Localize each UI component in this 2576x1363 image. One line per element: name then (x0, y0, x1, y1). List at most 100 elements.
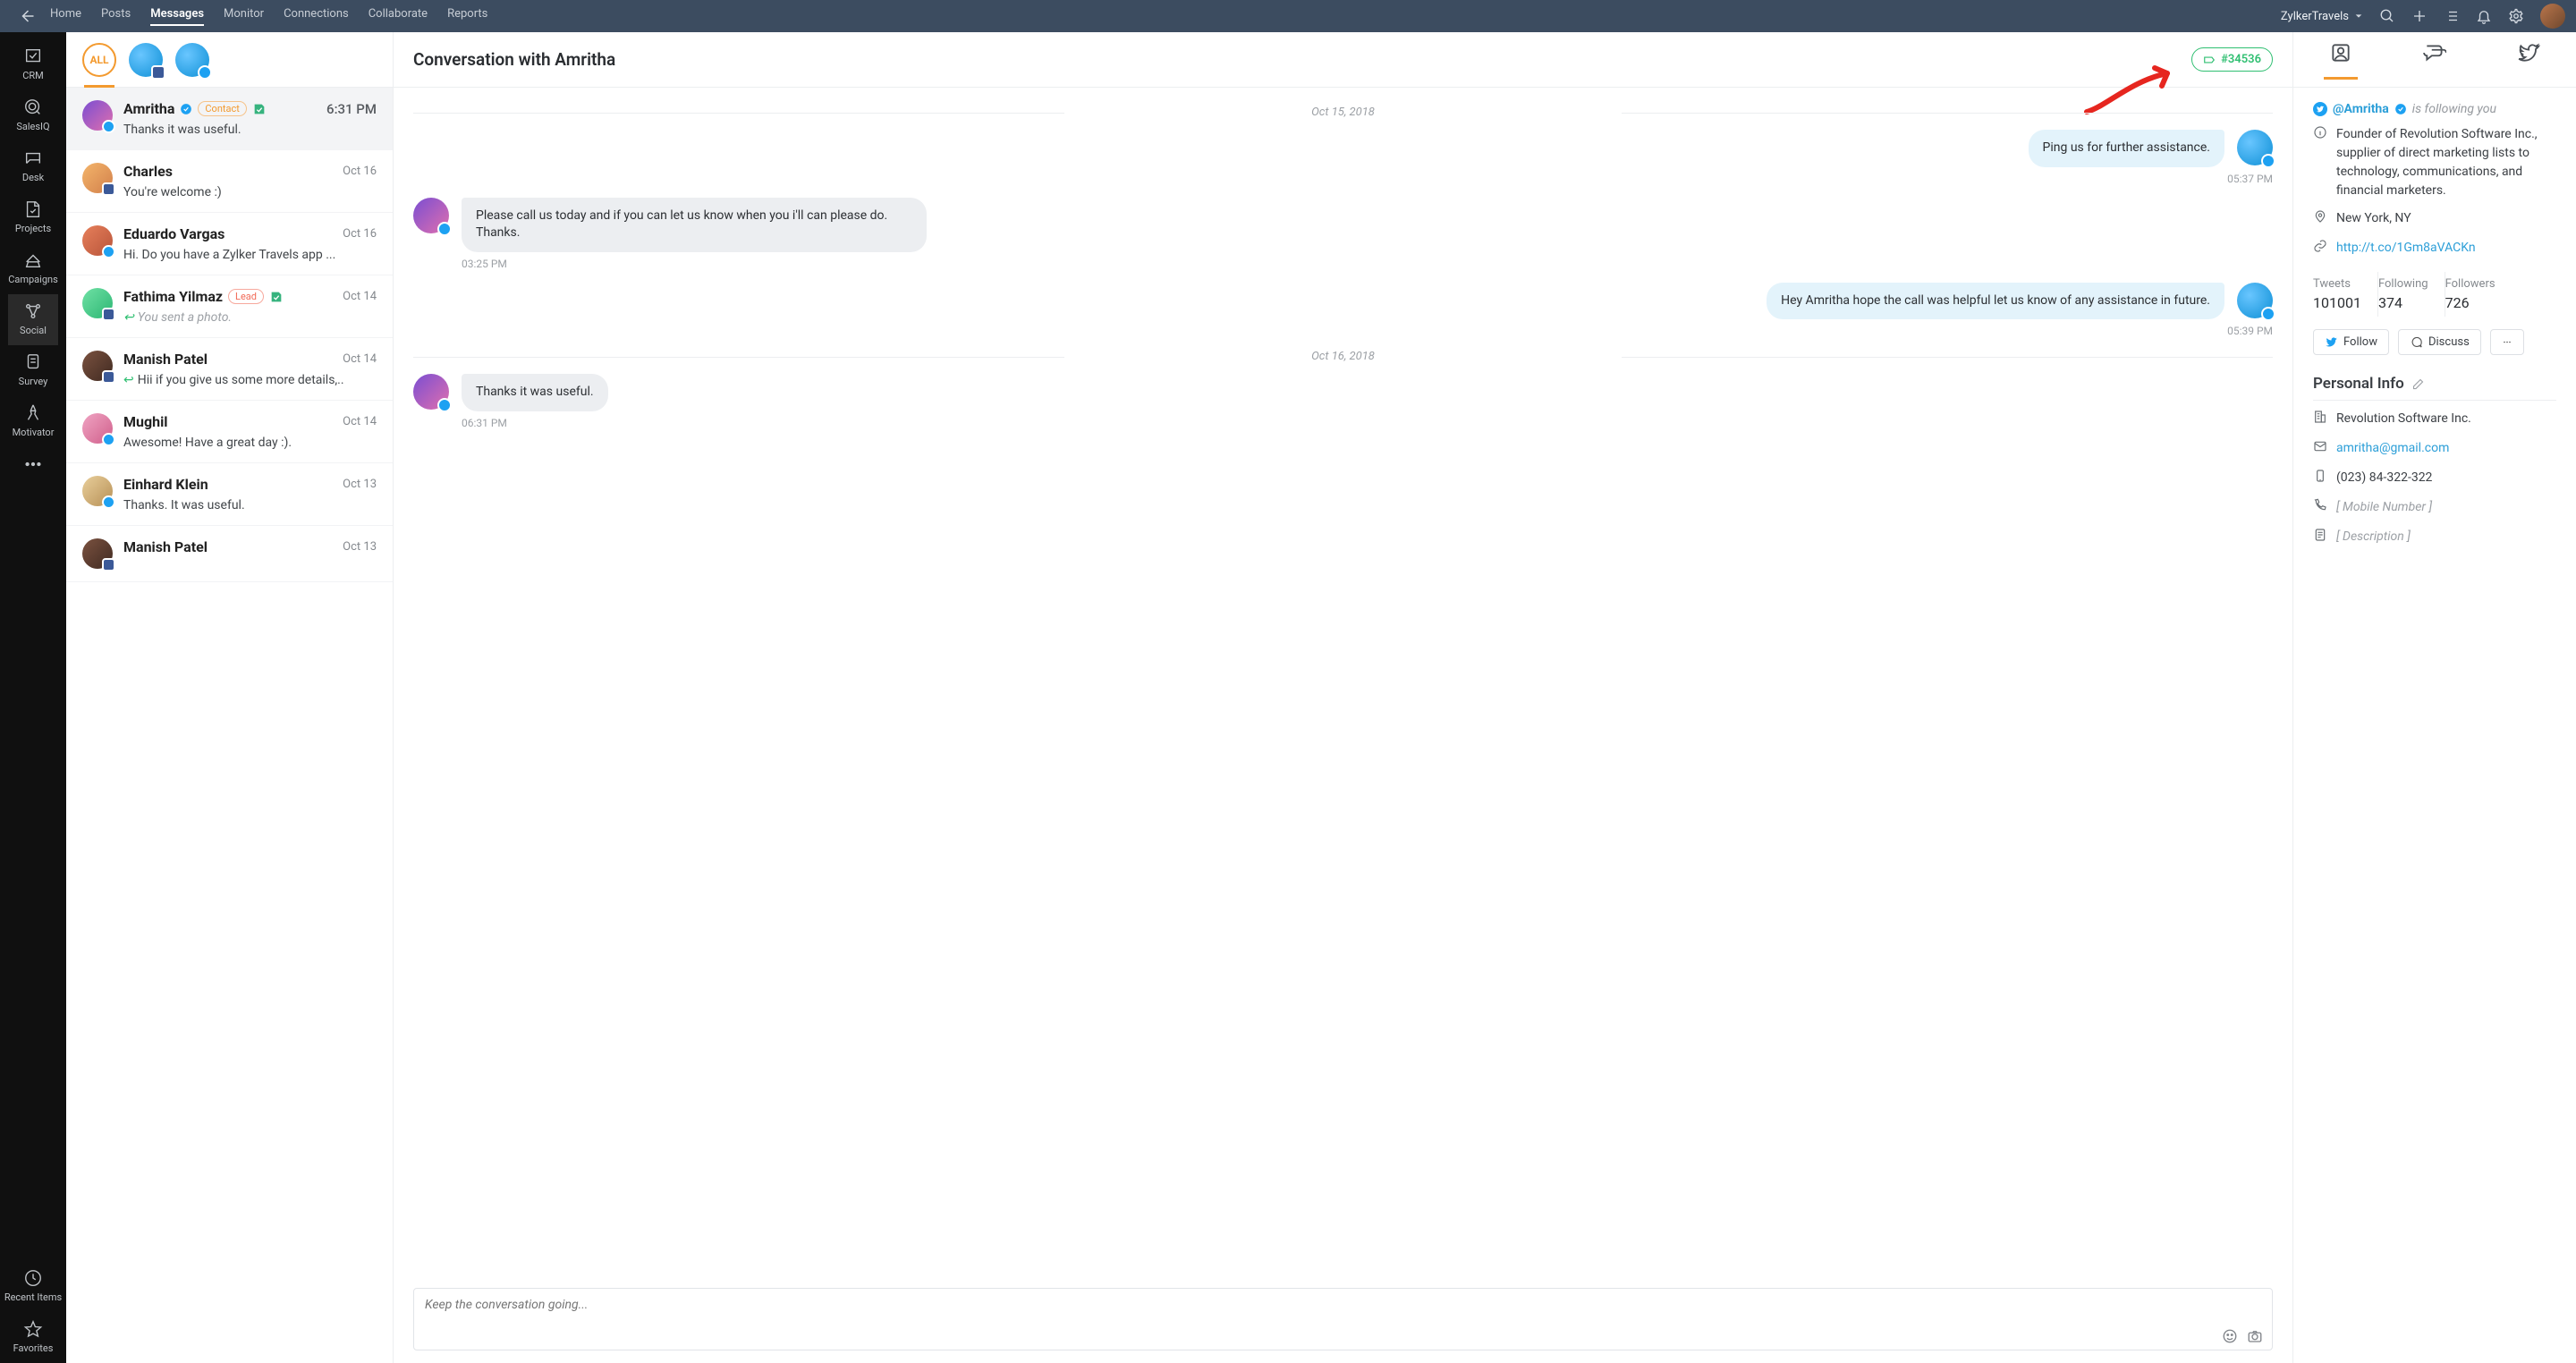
location-icon (2313, 209, 2327, 230)
conversation-item[interactable]: CharlesOct 16You're welcome :) (66, 150, 393, 213)
avatar (82, 476, 113, 506)
message-bubble-out: Hey Amritha hope the call was helpful le… (1767, 283, 2224, 320)
info-icon (2313, 125, 2327, 200)
avatar (82, 100, 113, 131)
rail-social[interactable]: Social (8, 294, 58, 345)
filter-brand-facebook[interactable] (129, 43, 163, 77)
phone-text: (023) 84-322-322 (2336, 469, 2432, 489)
conversation-items: AmrithaContact6:31 PMThanks it was usefu… (66, 88, 393, 1363)
conversation-item[interactable]: AmrithaContact6:31 PMThanks it was usefu… (66, 88, 393, 150)
info-tab-profile[interactable] (2329, 41, 2352, 79)
contact-info-panel: @Amritha is following you Founder of Rev… (2293, 32, 2576, 1363)
message-bubble-out: Ping us for further assistance. (2029, 130, 2224, 167)
rail-crm[interactable]: CRM (8, 39, 58, 90)
product-rail: CRMSalesIQDeskProjectsCampaignsSocialSur… (0, 32, 66, 1363)
avatar (82, 163, 113, 193)
rail-motivator[interactable]: Motivator (8, 396, 58, 447)
contact-avatar (413, 374, 449, 410)
list-icon[interactable] (2444, 8, 2460, 24)
rail-campaigns[interactable]: Campaigns (8, 243, 58, 294)
follow-status: is following you (2412, 102, 2496, 116)
location-text: New York, NY (2336, 209, 2411, 230)
brand-avatar (2237, 130, 2273, 165)
avatar (82, 538, 113, 569)
personal-info-header: Personal Info (2313, 375, 2556, 393)
conversation-item[interactable]: Manish PatelOct 14↩Hii if you give us so… (66, 338, 393, 401)
link-icon (2313, 239, 2327, 259)
topnav-messages[interactable]: Messages (150, 7, 204, 26)
rail-survey[interactable]: Survey (8, 345, 58, 396)
profile-url[interactable]: http://t.co/1Gm8aVACKn (2336, 239, 2476, 259)
filter-brand-twitter[interactable] (175, 43, 209, 77)
topnav-posts[interactable]: Posts (101, 7, 131, 26)
conversation-filter-tabs: ALL (66, 32, 393, 88)
contact-tag: Contact (198, 101, 246, 116)
info-tab-twitter[interactable] (2517, 41, 2540, 79)
rail-more[interactable] (0, 447, 66, 483)
camera-icon[interactable] (2247, 1328, 2263, 1344)
twitter-handle-row: @Amritha is following you (2313, 102, 2556, 116)
lead-tag: Lead (228, 289, 264, 304)
phone-icon (2313, 469, 2327, 489)
email-link[interactable]: amritha@gmail.com (2336, 439, 2449, 460)
twitter-icon (2313, 102, 2327, 116)
conversation-item[interactable]: Einhard KleinOct 13Thanks. It was useful… (66, 463, 393, 526)
topnav-home[interactable]: Home (50, 7, 81, 26)
filter-all[interactable]: ALL (82, 43, 116, 77)
description-icon (2313, 528, 2327, 548)
search-icon[interactable] (2379, 8, 2395, 24)
thread-title: Conversation with Amritha (413, 49, 615, 70)
more-actions-button[interactable] (2490, 329, 2524, 355)
info-tab-interactions[interactable] (2423, 41, 2446, 79)
bio-text: Founder of Revolution Software Inc., sup… (2336, 125, 2556, 200)
conversation-item[interactable]: Manish PatelOct 13 (66, 526, 393, 582)
topnav-monitor[interactable]: Monitor (224, 7, 264, 26)
rail-projects[interactable]: Projects (8, 192, 58, 243)
rail-recent-items[interactable]: Recent Items (0, 1261, 66, 1312)
company-icon (2313, 410, 2327, 430)
brand-selector[interactable]: ZylkerTravels (2281, 10, 2363, 23)
brand-avatar (2237, 283, 2273, 318)
email-icon (2313, 439, 2327, 460)
user-avatar[interactable] (2540, 4, 2565, 29)
rail-salesiq[interactable]: SalesIQ (8, 90, 58, 141)
plus-icon[interactable] (2411, 8, 2428, 24)
message-bubble-in: Thanks it was useful. (462, 374, 608, 411)
conversation-item[interactable]: MughilOct 14Awesome! Have a great day :)… (66, 401, 393, 463)
ticket-chip[interactable]: #34536 (2191, 47, 2273, 72)
avatar (82, 225, 113, 256)
edit-icon[interactable] (2411, 377, 2425, 391)
rail-favorites[interactable]: Favorites (0, 1312, 66, 1363)
verified-icon (2394, 103, 2407, 115)
message-composer (413, 1288, 2273, 1350)
conversation-item[interactable]: Fathima YilmazLeadOct 14↩You sent a phot… (66, 275, 393, 338)
emoji-icon[interactable] (2222, 1328, 2238, 1344)
twitter-handle[interactable]: @Amritha (2333, 102, 2389, 116)
rail-desk[interactable]: Desk (8, 141, 58, 192)
topnav-reports[interactable]: Reports (447, 7, 487, 26)
conversation-thread: Conversation with Amritha #34536 Oct 15,… (394, 32, 2293, 1363)
follow-button[interactable]: Follow (2313, 329, 2389, 355)
bell-icon[interactable] (2476, 8, 2492, 24)
twitter-stats: Tweets101001 Following374 Followers726 (2313, 272, 2556, 317)
message-time: 05:39 PM (413, 325, 2273, 337)
avatar (82, 351, 113, 381)
conversation-list-panel: ALL AmrithaContact6:31 PMThanks it was u… (66, 32, 394, 1363)
message-time: 03:25 PM (462, 258, 2273, 270)
date-separator: Oct 16, 2018 (413, 350, 2273, 363)
message-input[interactable] (425, 1298, 2261, 1339)
crm-icon (269, 290, 284, 304)
crm-icon (252, 102, 267, 116)
verified-icon (180, 103, 192, 115)
topnav-connections[interactable]: Connections (284, 7, 349, 26)
conversation-item[interactable]: Eduardo VargasOct 16Hi. Do you have a Zy… (66, 213, 393, 275)
discuss-button[interactable]: Discuss (2398, 329, 2481, 355)
topnav-collaborate[interactable]: Collaborate (369, 7, 428, 26)
back-button[interactable] (11, 8, 43, 24)
gear-icon[interactable] (2508, 8, 2524, 24)
date-separator: Oct 15, 2018 (413, 106, 2273, 119)
message-time: 06:31 PM (462, 417, 2273, 429)
contact-avatar (413, 198, 449, 233)
mobile-placeholder[interactable]: [ Mobile Number ] (2336, 498, 2432, 519)
description-placeholder[interactable]: [ Description ] (2336, 528, 2411, 548)
